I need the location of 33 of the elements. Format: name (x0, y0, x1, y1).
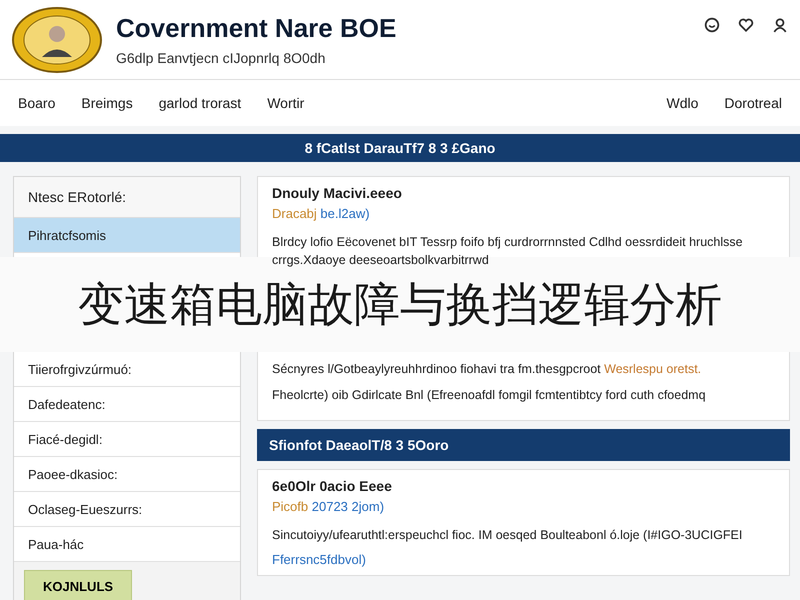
nav-link[interactable]: Dorotreal (724, 95, 782, 111)
nav-link[interactable]: garlod trorast (158, 95, 242, 111)
sidebar-item[interactable]: Tiierofrgivzúrmuó: (14, 352, 240, 387)
smile-icon[interactable] (704, 17, 720, 33)
post-text: Sincutoiyy/ufearuthtl:erspeuchcl fioc. IM oesqed Boulteabonl ó.loje (I#IGO-3UCIGFEI (272, 527, 744, 544)
nav-link[interactable]: Wortir (267, 95, 304, 111)
sidebar-item[interactable]: Oclaseg-Eueszurrs: (14, 492, 240, 527)
sidebar-item[interactable]: Fiacé-degidl: (14, 422, 240, 457)
nav-link[interactable]: Boaro (18, 95, 56, 111)
nav-link[interactable]: Wdlo (666, 95, 698, 111)
post-link[interactable]: be.l2aw) (320, 206, 370, 221)
note-text: Fheolcrte) oib Gdirlcate Bnl (Efreenoafdl fomgil fcmtentibtcy ford cuth cfoedmq (272, 387, 707, 404)
note-text: Sécnyres l/Gotbeaylyreuhhrdinoo fiohavi tra fm.thesgpcroot Wesrlespu oretst. (272, 361, 702, 378)
site-subtitle: G6dlp Eanvtjecn cIJopnrlq 8O0dh (116, 50, 326, 66)
sidebar-item[interactable]: Pihratcfsomis (14, 218, 240, 253)
sidebar-item[interactable]: Dafedeatenc: (14, 387, 240, 422)
post-title: Dnouly Macivi.eeeo (272, 185, 403, 201)
user-icon[interactable] (772, 17, 788, 33)
nav-link[interactable]: Breimgs (81, 95, 133, 111)
caption-text: 变速箱电脑故障与换挡逻辑分析 (78, 276, 722, 332)
sidebar-heading: Ntesc ERotorlé: (14, 177, 240, 218)
site-title: Covernment Nare BOE (116, 13, 398, 44)
sidebar-item[interactable]: Paoee-dkasioc: (14, 457, 240, 492)
post-date: Dracabj (272, 206, 317, 221)
heart-icon[interactable] (738, 17, 754, 33)
action-button[interactable]: KOJNLULS (24, 570, 132, 600)
post-date: Picofb (272, 499, 308, 514)
post-text: Blrdcy lofio Eëcovenet bIT Tessrp foifo bfj curdrorrnnsted Cdlhd oessrdideit hruchlsse crrgs.Xdaoye deeseoartsbolkvarbitrrwd (272, 234, 744, 269)
post-link[interactable]: 20723 2jom) (312, 499, 384, 514)
section-header: Sfionfot DaeaolT/8 3 5Ooro (257, 429, 790, 461)
read-more-link[interactable]: Fferrsnc5fdbvol) (272, 552, 775, 567)
section-banner: 8 fCatlst DarauTf7 8 3 £Gano (0, 134, 800, 162)
post-title: 6e0Olr 0acio Eeee (272, 478, 393, 494)
